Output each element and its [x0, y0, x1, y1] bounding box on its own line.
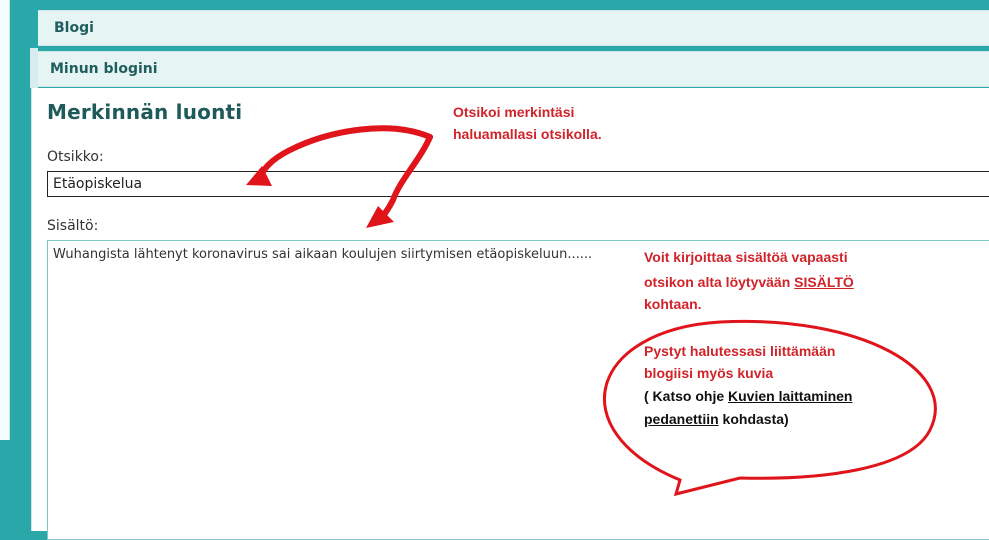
- title-hint-line2: haluamallasi otsikolla.: [453, 126, 602, 142]
- page-title: Merkinnän luonti: [47, 100, 243, 124]
- content-field-label: Sisältö:: [47, 218, 99, 234]
- bubble-link-pedanettiin[interactable]: pedanettiin: [644, 411, 719, 427]
- tab-separator: [30, 48, 38, 88]
- content-hint-line2: otsikon alta löytyvään SISÄLTÖ: [644, 271, 854, 293]
- bubble-line3: ( Katso ohje Kuvien laittaminen: [644, 385, 852, 407]
- title-field-label: Otsikko:: [47, 149, 104, 165]
- bubble-link-kuvien[interactable]: Kuvien laittaminen: [728, 388, 852, 404]
- content-hint-line1: Voit kirjoittaa sisältöä vapaasti: [644, 249, 848, 265]
- tab-blogi[interactable]: Blogi: [38, 10, 989, 46]
- bubble-line2: blogiisi myös kuvia: [644, 365, 774, 381]
- title-input[interactable]: Etäopiskelua: [47, 171, 989, 197]
- bubble-line4-text: kohdasta): [718, 411, 789, 427]
- left-side-panel: [0, 0, 10, 440]
- content-hint-sisalto: SISÄLTÖ: [794, 274, 854, 290]
- title-hint-line1: Otsikoi merkintäsi: [453, 104, 575, 120]
- bubble-line3-text: ( Katso ohje: [644, 388, 729, 404]
- tab-minun-blogini[interactable]: Minun blogini: [38, 51, 989, 87]
- bubble-line4: pedanettiin kohdasta): [644, 408, 789, 430]
- content-hint-line3: kohtaan.: [644, 296, 702, 312]
- content-hint-text: otsikon alta löytyvään: [644, 274, 795, 290]
- bubble-line1: Pystyt halutessasi liittämään: [644, 343, 836, 359]
